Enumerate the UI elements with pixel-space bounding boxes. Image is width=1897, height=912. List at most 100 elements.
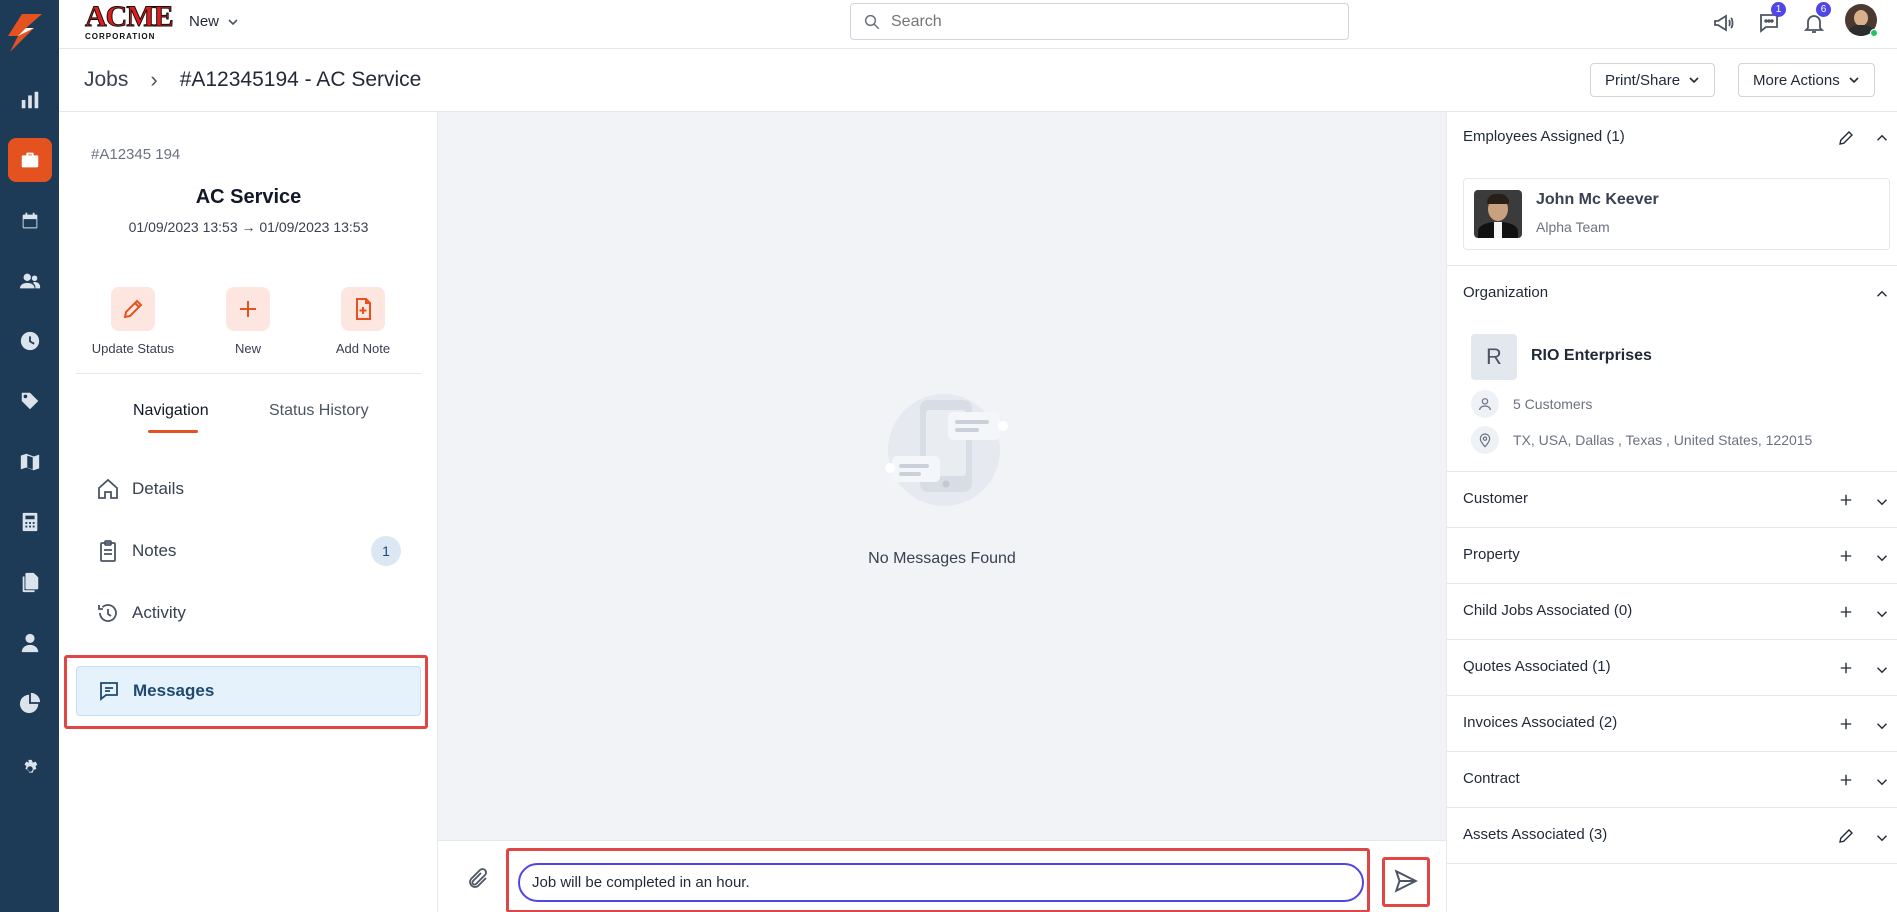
messages-area: No Messages Found — [438, 112, 1446, 840]
app-logo-icon[interactable] — [4, 12, 44, 54]
chevron-up-icon[interactable] — [1872, 128, 1892, 148]
organization-title: Organization — [1463, 284, 1549, 301]
contract-section[interactable]: Contract — [1447, 752, 1897, 808]
brand-subtitle: CORPORATION — [85, 32, 156, 41]
notifications-bell-icon[interactable]: 6 — [1799, 2, 1831, 38]
chevron-down-icon — [1689, 77, 1699, 84]
notifications-badge: 6 — [1816, 2, 1831, 17]
plus-icon[interactable] — [1836, 490, 1856, 510]
customer-section[interactable]: Customer — [1447, 472, 1897, 528]
message-composer — [438, 840, 1446, 912]
rail-tag-icon[interactable] — [0, 378, 59, 424]
edit-pencil-icon[interactable] — [1836, 826, 1856, 846]
invoices-section[interactable]: Invoices Associated (2) — [1447, 696, 1897, 752]
brand-logo[interactable]: ACME CORPORATION — [85, 1, 175, 41]
print-share-label: Print/Share — [1605, 71, 1681, 89]
history-icon — [98, 604, 117, 622]
chat-badge: 1 — [1771, 2, 1786, 17]
chevron-down-icon[interactable] — [1872, 828, 1892, 848]
plus-icon[interactable] — [1836, 658, 1856, 678]
plus-icon[interactable] — [1836, 546, 1856, 566]
rail-pie-chart-icon[interactable] — [0, 680, 59, 726]
quotes-section[interactable]: Quotes Associated (1) — [1447, 640, 1897, 696]
nav-item-label: Messages — [133, 681, 215, 700]
announcements-megaphone-icon[interactable] — [1709, 8, 1739, 38]
rail-clock-icon[interactable] — [0, 318, 59, 364]
rail-settings-gear-icon[interactable] — [0, 746, 59, 792]
chat-icon[interactable]: 1 — [1754, 2, 1786, 38]
update-status-button[interactable]: Update Status — [78, 287, 188, 356]
employee-avatar — [1474, 190, 1522, 238]
section-title: Invoices Associated (2) — [1463, 714, 1618, 731]
employee-name: John Mc Keever — [1536, 191, 1659, 208]
search-box[interactable] — [850, 3, 1349, 40]
more-actions-button[interactable]: More Actions — [1738, 63, 1875, 97]
send-button[interactable] — [1388, 863, 1424, 899]
assets-section[interactable]: Assets Associated (3) — [1447, 808, 1897, 864]
plus-icon[interactable] — [1836, 714, 1856, 734]
section-title: Assets Associated (3) — [1463, 826, 1608, 843]
new-menu-button[interactable]: New — [189, 13, 239, 30]
chevron-down-icon[interactable] — [1872, 492, 1892, 512]
chevron-down-icon[interactable] — [1872, 716, 1892, 736]
send-icon — [1394, 869, 1418, 893]
tab-navigation[interactable]: Navigation — [133, 402, 209, 420]
chevron-up-icon[interactable] — [1872, 284, 1892, 304]
edit-pencil-icon[interactable] — [1836, 128, 1856, 148]
update-status-label: Update Status — [91, 341, 175, 356]
nav-item-details[interactable]: Details — [76, 464, 421, 514]
employee-team: Alpha Team — [1536, 219, 1610, 235]
rail-calendar-icon[interactable] — [0, 198, 59, 244]
job-date-range: 01/09/2023 13:53 → 01/09/2023 13:53 — [128, 219, 369, 235]
page-title: #A12345194 - AC Service — [179, 68, 422, 91]
employees-assigned-title: Employees Assigned (1) — [1463, 128, 1625, 145]
chevron-down-icon[interactable] — [1872, 772, 1892, 792]
employee-card[interactable]: John Mc Keever Alpha Team — [1463, 178, 1890, 250]
nav-item-messages[interactable]: Messages — [76, 666, 421, 716]
rail-reports-icon[interactable] — [0, 77, 59, 123]
add-note-button[interactable]: Add Note — [308, 287, 418, 356]
rail-user-icon[interactable] — [0, 620, 59, 666]
location-pin-icon — [1479, 433, 1491, 448]
page-header: Jobs › #A12345194 - AC Service Print/Sha… — [59, 49, 1897, 112]
rail-documents-icon[interactable] — [0, 559, 59, 605]
new-action-button[interactable]: New — [193, 287, 303, 356]
breadcrumb: Jobs › #A12345194 - AC Service — [84, 67, 421, 93]
plus-icon[interactable] — [1836, 770, 1856, 790]
plus-icon — [240, 301, 256, 317]
search-input[interactable] — [891, 12, 1291, 31]
rail-calculator-icon[interactable] — [0, 499, 59, 545]
tab-status-history[interactable]: Status History — [269, 402, 369, 420]
chevron-down-icon[interactable] — [1872, 548, 1892, 568]
nav-item-label: Details — [132, 479, 184, 498]
left-rail — [0, 0, 59, 912]
breadcrumb-jobs-link[interactable]: Jobs — [84, 68, 128, 92]
section-title: Property — [1463, 546, 1520, 563]
chevron-down-icon[interactable] — [1872, 660, 1892, 680]
new-action-label: New — [234, 341, 261, 356]
job-summary-panel: #A12345 194 AC Service 01/09/2023 13:53 … — [59, 112, 438, 912]
nav-item-activity[interactable]: Activity — [76, 588, 421, 638]
chevron-down-icon[interactable] — [1872, 604, 1892, 624]
attach-button[interactable] — [466, 867, 490, 896]
new-menu-label: New — [189, 13, 220, 30]
organization-name[interactable]: RIO Enterprises — [1531, 347, 1652, 365]
paperclip-icon — [469, 868, 487, 888]
rail-map-icon[interactable] — [0, 439, 59, 485]
address-text: TX, USA, Dallas , Texas , United States,… — [1513, 432, 1813, 448]
nav-item-notes[interactable]: Notes 1 — [76, 526, 421, 576]
job-details-side-panel: Employees Assigned (1) John Mc Keever Al… — [1446, 112, 1897, 912]
child-jobs-section[interactable]: Child Jobs Associated (0) — [1447, 584, 1897, 640]
property-section[interactable]: Property — [1447, 528, 1897, 584]
breadcrumb-separator-icon: › — [150, 67, 158, 92]
nav-item-label: Notes — [132, 541, 177, 560]
add-note-label: Add Note — [335, 341, 391, 356]
print-share-button[interactable]: Print/Share — [1590, 63, 1716, 97]
organization-customers: 5 Customers — [1471, 390, 1592, 418]
empty-state-text: No Messages Found — [868, 550, 1016, 567]
rail-jobs-icon[interactable] — [0, 137, 59, 183]
chevron-down-icon — [1849, 77, 1859, 84]
rail-team-icon[interactable] — [0, 258, 59, 304]
message-input[interactable] — [518, 863, 1364, 902]
plus-icon[interactable] — [1836, 602, 1856, 622]
